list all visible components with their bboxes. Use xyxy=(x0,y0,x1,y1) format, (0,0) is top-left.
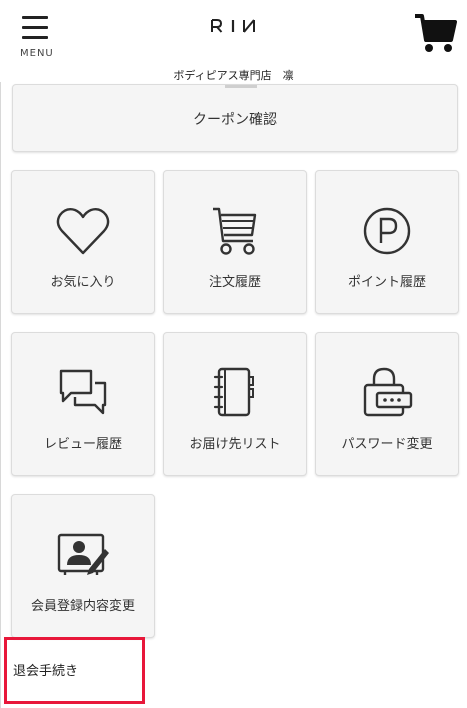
password-change-tile[interactable]: パスワード変更 xyxy=(315,332,459,476)
points-history-tile[interactable]: ポイント履歴 xyxy=(315,170,459,314)
menu-button[interactable]: MENU xyxy=(16,14,58,62)
points-history-label: ポイント履歴 xyxy=(347,275,426,290)
cart-button[interactable] xyxy=(412,12,458,56)
left-border xyxy=(0,82,1,708)
shopping-cart-icon xyxy=(415,14,457,52)
coupon-tab-indicator xyxy=(225,85,257,88)
withdraw-label: 退会手続き xyxy=(13,664,79,679)
withdraw-link[interactable]: 退会手続き xyxy=(4,637,145,704)
coupon-label: クーポン確認 xyxy=(193,112,277,128)
shop-logo[interactable] xyxy=(204,16,264,36)
address-book-icon xyxy=(213,367,254,417)
heart-icon xyxy=(56,207,110,255)
password-change-label: パスワード変更 xyxy=(341,437,433,452)
favorites-tile[interactable]: お気に入り xyxy=(11,170,155,314)
address-list-tile[interactable]: お届け先リスト xyxy=(163,332,307,476)
address-list-label: お届け先リスト xyxy=(189,437,281,452)
order-history-tile[interactable]: 注文履歴 xyxy=(163,170,307,314)
member-info-edit-label: 会員登録内容変更 xyxy=(30,599,135,614)
review-history-label: レビュー履歴 xyxy=(43,437,122,452)
order-history-label: 注文履歴 xyxy=(208,275,261,290)
points-p-icon xyxy=(363,207,411,255)
profile-edit-icon xyxy=(57,533,109,575)
hamburger-menu-icon xyxy=(22,16,48,46)
member-info-edit-tile[interactable]: 会員登録内容変更 xyxy=(11,494,155,638)
menu-label: MENU xyxy=(20,48,54,59)
favorites-label: お気に入り xyxy=(50,275,116,290)
shop-name: ボディピアス専門店 凛 xyxy=(173,69,294,82)
padlock-password-icon xyxy=(363,367,413,417)
cart-icon xyxy=(213,207,257,255)
review-history-tile[interactable]: レビュー履歴 xyxy=(11,332,155,476)
chat-bubbles-icon xyxy=(59,369,107,415)
mypage-screen: MENU ボディピアス専門店 凛 クーポン確認 お気に入り 注文履歴 ポイント履… xyxy=(0,0,467,708)
coupon-button[interactable]: クーポン確認 xyxy=(12,84,458,152)
